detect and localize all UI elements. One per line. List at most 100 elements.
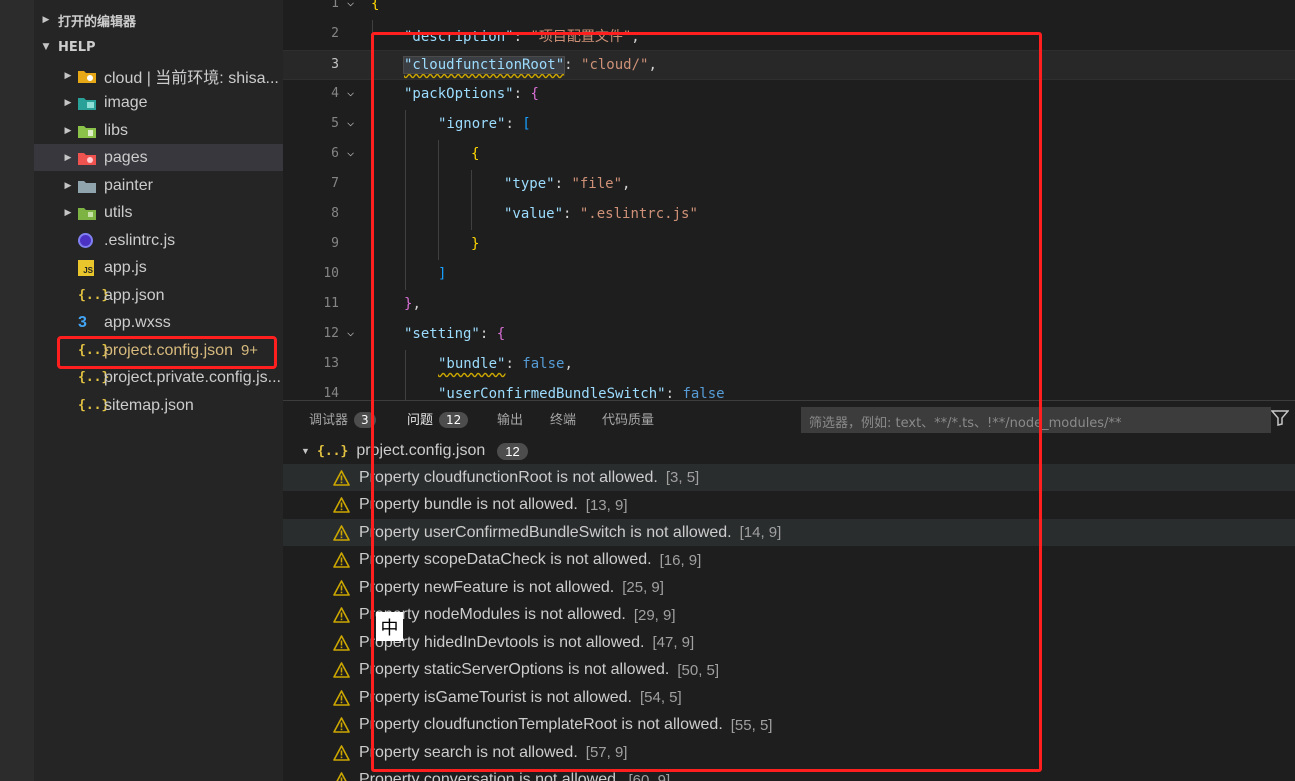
fold-chevron-icon[interactable]: ⌵ [347,145,354,159]
warning-icon [333,579,351,596]
folder-icon [78,179,104,193]
problem-item[interactable]: Property scopeDataCheck is not allowed. [… [283,547,1295,574]
problems-panel: 调试器 3 问题 12 输出 终端 代码质量 筛选器，例如: text、**/*.t… [283,400,1295,781]
tree-item-libs[interactable]: ▶ libs [34,117,283,144]
problem-item[interactable]: Property cloudfunctionRoot is not allowe… [283,464,1295,491]
tab-output[interactable]: 输出 [497,409,523,428]
chevron-down-icon: ▼ [301,446,310,456]
code-line: 4 ⌵ "packOptions": { [283,80,1295,110]
fold-chevron-icon[interactable]: ⌵ [347,115,354,129]
problem-item[interactable]: Property isGameTourist is not allowed. [5… [283,684,1295,711]
code-line: 13 "bundle": false, [283,350,1295,380]
chevron-right-icon: ▶ [64,125,72,135]
warning-icon [333,689,351,706]
tree-item-pages[interactable]: ▶ pages [34,144,283,171]
chevron-right-icon: ▶ [64,70,72,80]
tree-item-app-json[interactable]: {..} app.json [34,282,283,309]
code-line: 8 "value": ".eslintrc.js" [283,200,1295,230]
problem-item[interactable]: Property search is not allowed. [57, 9] [283,739,1295,766]
problem-location: [13, 9] [585,496,628,514]
problem-message: Property bundle is not allowed. [359,496,578,513]
code-line: 12 ⌵ "setting": { [283,320,1295,350]
tab-debugger[interactable]: 调试器 3 [309,409,376,428]
tree-item-utils[interactable]: ▶ utils [34,199,283,226]
problem-item[interactable]: Property nodeModules is not allowed. [29,… [283,602,1295,629]
code-line: 7 "type": "file", [283,170,1295,200]
problem-location: [60, 9] [628,771,671,781]
cloud-folder-icon [78,69,104,83]
fold-chevron-icon[interactable]: ⌵ [347,325,354,339]
problem-item[interactable]: Property newFeature is not allowed. [25, … [283,574,1295,601]
problem-message: Property newFeature is not allowed. [359,578,615,596]
tree-item-app-wxss[interactable]: 3 app.wxss [34,309,283,336]
warning-icon [333,634,351,651]
explorer-sidebar: ▶ 打开的编辑器 ▼ HELP ▶ cloud | 当前环境: shisa...… [34,0,283,781]
problem-message: Property cloudfunctionRoot is not allowe… [359,468,658,486]
workspace-header[interactable]: ▼ HELP [34,34,283,60]
problems-filter-input[interactable]: 筛选器，例如: text、**/*.ts、!**/node_modules/** [801,407,1271,433]
problem-message: Property userConfirmedBundleSwitch is no… [359,523,732,541]
chevron-right-icon: ▶ [64,207,72,217]
code-line: 6 ⌵ { [283,140,1295,170]
tree-item-sitemap[interactable]: {..} sitemap.json [34,392,283,419]
code-line: 14 "userConfirmedBundleSwitch": false [283,380,1295,400]
problem-count-badge: 9+ [240,342,259,359]
problem-item[interactable]: Property cloudfunctionTemplateRoot is no… [283,712,1295,739]
tree-item-eslintrc[interactable]: .eslintrc.js [34,227,283,254]
eslint-icon [78,233,93,248]
chevron-down-icon: ▼ [42,42,50,52]
problem-message: Property scopeDataCheck is not allowed. [359,551,652,568]
fold-chevron-icon[interactable]: ⌵ [347,0,354,9]
open-editors-header[interactable]: ▶ 打开的编辑器 [34,7,283,33]
problem-file-group[interactable]: ▼ {..} project.config.json 12 [283,437,1295,465]
code-line: 2 "description": "项目配置文件", [283,20,1295,50]
libs-folder-icon [78,124,104,138]
warning-icon [333,497,351,513]
tab-problems[interactable]: 问题 12 [407,409,469,428]
json-file-icon: {..} [317,443,349,459]
tree-item-project-private-config[interactable]: {..} project.private.config.js... [34,364,283,391]
chevron-right-icon: ▶ [64,152,72,162]
problem-location: [14, 9] [739,524,782,541]
problem-location: [29, 9] [633,606,676,624]
image-folder-icon [78,96,104,110]
code-line-active: 3 "cloudfunctionRoot": "cloud/", [283,50,1295,81]
chevron-right-icon: ▶ [64,97,72,107]
problem-item[interactable]: Property hidedInDevtools is not allowed.… [283,629,1295,656]
tree-item-painter[interactable]: ▶ painter [34,172,283,199]
warning-icon [333,552,351,568]
problem-item[interactable]: Property bundle is not allowed. [13, 9] [283,492,1295,519]
utils-folder-icon [78,206,104,220]
code-line: 9 } [283,230,1295,260]
problem-count-badge: 12 [497,442,528,460]
problem-message: Property conversation is not allowed. [359,771,621,781]
panel-tabs: 调试器 3 问题 12 输出 终端 代码质量 筛选器，例如: text、**/*.t… [283,401,1295,435]
filter-icon[interactable] [1270,410,1290,430]
js-file-icon: JS [78,259,94,276]
code-line: 10 ] [283,260,1295,290]
problem-location: [3, 5] [665,469,700,486]
fold-chevron-icon[interactable]: ⌵ [347,85,354,99]
problem-location: [55, 5] [730,716,773,734]
warning-icon [333,772,351,781]
warning-icon [333,717,351,733]
code-line: 11 }, [283,290,1295,320]
tree-item-cloud[interactable]: ▶ cloud | 当前环境: shisa... [34,62,283,89]
tree-item-image[interactable]: ▶ image [34,89,283,116]
problem-item[interactable]: Property staticServerOptions is not allo… [283,657,1295,684]
tree-item-app-js[interactable]: JS app.js [34,254,283,281]
problem-message: Property search is not allowed. [359,743,578,761]
problem-message: Property staticServerOptions is not allo… [359,661,670,678]
code-editor[interactable]: 1 ⌵ { 2 "description": "项目配置文件", 3 "clou… [283,0,1295,400]
tab-terminal[interactable]: 终端 [550,409,576,428]
activity-bar [0,0,34,781]
problem-item[interactable]: Property conversation is not allowed. [60… [283,767,1295,781]
tab-code-quality[interactable]: 代码质量 [602,409,654,428]
tree-item-project-config[interactable]: {..} project.config.json 9+ [34,337,283,364]
problem-location: [25, 9] [622,579,664,596]
chevron-right-icon: ▶ [64,180,72,190]
problem-message: Property cloudfunctionTemplateRoot is no… [359,716,723,733]
problem-item[interactable]: Property userConfirmedBundleSwitch is no… [283,519,1295,546]
warning-icon [333,469,351,486]
chevron-right-icon: ▶ [42,15,50,25]
